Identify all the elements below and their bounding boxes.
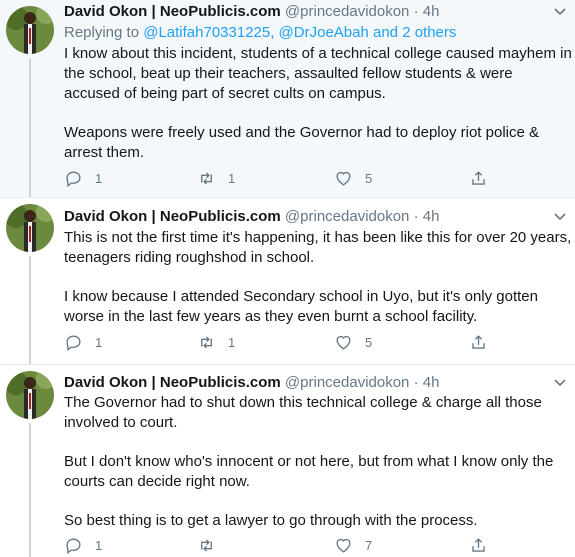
author-handle[interactable]: @princedavidokon bbox=[285, 3, 409, 20]
separator-dot: · bbox=[413, 374, 419, 391]
avatar[interactable] bbox=[6, 371, 54, 419]
timestamp[interactable]: 4h bbox=[423, 208, 440, 225]
tweet-actions: 1 1 5 bbox=[64, 169, 504, 189]
replying-to: Replying to @Latifah70331225, @DrJoeAbah… bbox=[64, 24, 456, 41]
timestamp[interactable]: 4h bbox=[423, 3, 440, 20]
tweet-paragraph: Weapons were freely used and the Governo… bbox=[64, 124, 540, 161]
avatar[interactable] bbox=[6, 204, 54, 252]
separator-dot: · bbox=[413, 3, 419, 20]
reply-count: 1 bbox=[95, 538, 103, 553]
tweet-header: David Okon | NeoPublicis.com @princedavi… bbox=[64, 208, 439, 225]
like-count: 5 bbox=[365, 335, 373, 350]
replying-to-label: Replying to bbox=[64, 24, 144, 41]
author-name[interactable]: David Okon | NeoPublicis.com bbox=[64, 208, 281, 225]
share-button[interactable] bbox=[469, 536, 488, 555]
author-handle[interactable]: @princedavidokon bbox=[285, 374, 409, 391]
tweet-text: This is not the first time it's happenin… bbox=[64, 228, 572, 346]
share-icon bbox=[472, 335, 485, 349]
tweet-actions: 1 7 bbox=[64, 536, 504, 556]
tweet-2[interactable]: David Okon | NeoPublicis.com @princedavi… bbox=[0, 198, 575, 365]
reply-icon bbox=[66, 171, 81, 187]
share-icon bbox=[472, 171, 485, 185]
like-icon bbox=[336, 171, 351, 186]
tweet-paragraph: But I don't know who's innocent or not h… bbox=[64, 453, 554, 490]
avatar[interactable] bbox=[6, 6, 54, 54]
chevron-down-icon[interactable] bbox=[553, 211, 567, 221]
tweet-paragraph: This is not the first time it's happenin… bbox=[64, 229, 572, 266]
author-handle[interactable]: @princedavidokon bbox=[285, 208, 409, 225]
retweet-icon bbox=[201, 336, 212, 349]
like-icon bbox=[336, 335, 351, 350]
reply-icon bbox=[66, 335, 81, 351]
like-count: 5 bbox=[365, 171, 373, 186]
reply-button[interactable]: 1 bbox=[64, 333, 102, 352]
tweet-header: David Okon | NeoPublicis.com @princedavi… bbox=[64, 374, 439, 391]
like-button[interactable]: 5 bbox=[334, 333, 372, 352]
tweet-paragraph: So best thing is to get a lawyer to go t… bbox=[64, 512, 478, 529]
tweet-text: I know about this incident, students of … bbox=[64, 44, 572, 182]
timestamp[interactable]: 4h bbox=[423, 374, 440, 391]
author-name[interactable]: David Okon | NeoPublicis.com bbox=[64, 374, 281, 391]
share-button[interactable] bbox=[469, 169, 488, 188]
like-count: 7 bbox=[365, 538, 373, 553]
replying-to-links[interactable]: @Latifah70331225, @DrJoeAbah and 2 other… bbox=[143, 24, 456, 41]
separator-dot: · bbox=[413, 208, 419, 225]
retweet-button[interactable] bbox=[197, 536, 228, 555]
retweet-icon bbox=[201, 539, 212, 552]
tweet-header: David Okon | NeoPublicis.com @princedavi… bbox=[64, 3, 439, 20]
share-icon bbox=[472, 538, 485, 552]
share-button[interactable] bbox=[469, 333, 488, 352]
chevron-down-icon[interactable] bbox=[553, 377, 567, 387]
reply-count: 1 bbox=[95, 335, 103, 350]
author-name[interactable]: David Okon | NeoPublicis.com bbox=[64, 3, 281, 20]
tweet-3[interactable]: David Okon | NeoPublicis.com @princedavi… bbox=[0, 365, 575, 557]
retweet-icon bbox=[201, 172, 212, 185]
retweet-count: 1 bbox=[228, 335, 236, 350]
like-button[interactable]: 7 bbox=[334, 536, 372, 555]
chevron-down-icon[interactable] bbox=[553, 6, 567, 16]
thread-line bbox=[29, 423, 31, 557]
retweet-count: 1 bbox=[228, 171, 236, 186]
tweet-paragraph: The Governor had to shut down this techn… bbox=[64, 394, 542, 431]
tweet-paragraph: I know because I attended Secondary scho… bbox=[64, 288, 538, 325]
retweet-button[interactable]: 1 bbox=[197, 333, 235, 352]
like-button[interactable]: 5 bbox=[334, 169, 372, 188]
reply-icon bbox=[66, 538, 81, 554]
tweet-paragraph: I know about this incident, students of … bbox=[64, 45, 572, 102]
reply-button[interactable]: 1 bbox=[64, 536, 102, 555]
reply-count: 1 bbox=[95, 171, 103, 186]
tweet-text: The Governor had to shut down this techn… bbox=[64, 393, 572, 550]
tweet-actions: 1 1 5 bbox=[64, 333, 504, 353]
thread-line bbox=[29, 58, 31, 197]
thread-line bbox=[29, 256, 31, 364]
like-icon bbox=[336, 538, 351, 553]
tweet-1[interactable]: David Okon | NeoPublicis.com @princedavi… bbox=[0, 0, 575, 198]
retweet-button[interactable]: 1 bbox=[197, 169, 235, 188]
reply-button[interactable]: 1 bbox=[64, 169, 102, 188]
